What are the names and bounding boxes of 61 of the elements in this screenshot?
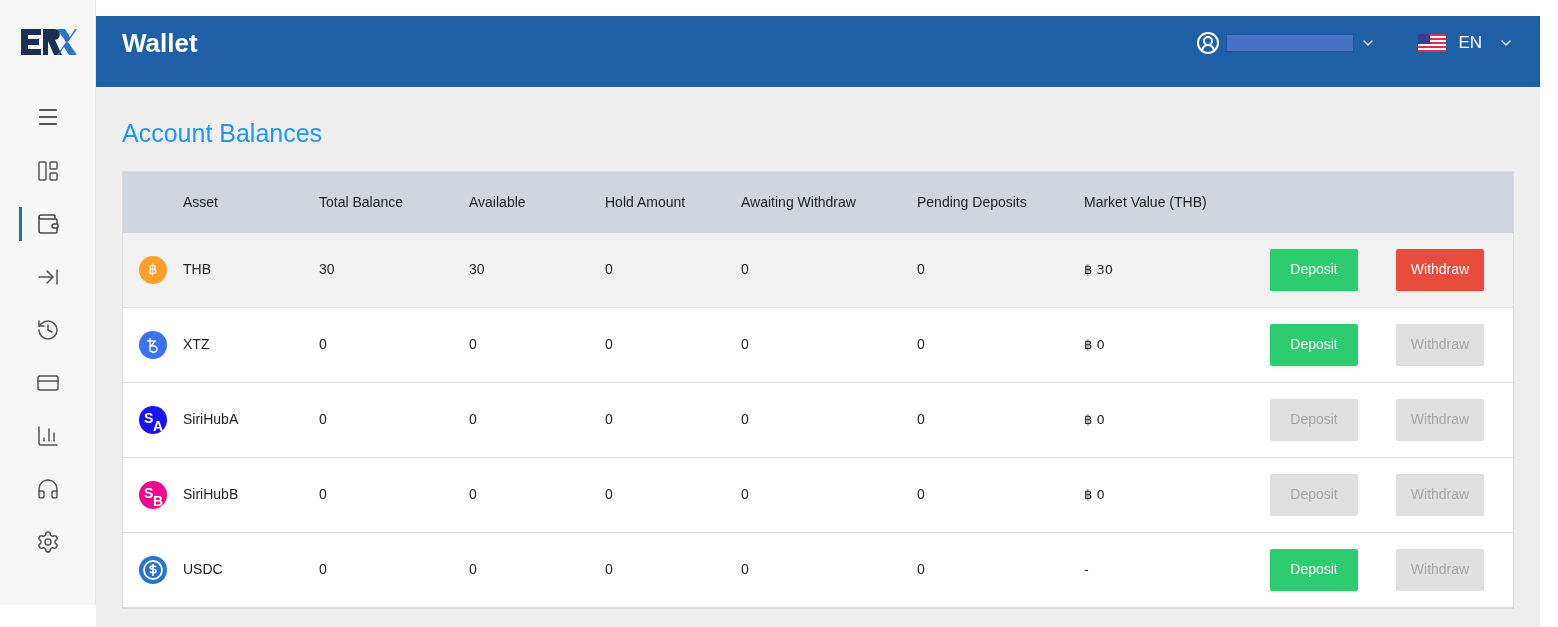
table-cell: 0 (917, 561, 925, 577)
settings-icon[interactable] (35, 530, 60, 554)
table-cell: SiriHubA (183, 411, 239, 427)
column-header: Hold Amount (605, 193, 686, 210)
table-cell: 0 (917, 261, 925, 277)
deposit-button[interactable]: Deposit (1270, 248, 1358, 291)
column-header: Available (469, 193, 526, 210)
table-cell: 30 (469, 261, 485, 277)
table-cell: ฿ 0 (1084, 412, 1105, 427)
user-icon[interactable] (1196, 30, 1221, 55)
table-cell: 0 (605, 486, 613, 502)
table-cell: 0 (319, 336, 327, 352)
language-label[interactable]: EN (1458, 30, 1482, 56)
column-header: Asset (183, 193, 218, 210)
table-cell: 0 (741, 411, 749, 427)
table-cell: 0 (605, 411, 613, 427)
table-cell: - (1084, 562, 1089, 577)
table-cell: XTZ (183, 336, 210, 352)
table-cell: SiriHubB (183, 486, 239, 502)
flag-icon (1418, 33, 1447, 52)
table-cell: 0 (469, 411, 477, 427)
table-cell: 0 (605, 261, 613, 277)
table-cell: 0 (319, 561, 327, 577)
bar-chart-icon[interactable] (35, 424, 60, 448)
deposit-button[interactable]: Deposit (1270, 323, 1358, 366)
table-cell: 0 (319, 486, 327, 502)
table-cell: 0 (605, 561, 613, 577)
layout-icon[interactable] (35, 159, 60, 183)
wallet-icon[interactable] (35, 212, 60, 236)
page-header-title: Wallet (122, 27, 198, 60)
table-cell: 0 (917, 486, 925, 502)
table-cell: 0 (469, 336, 477, 352)
table-cell: 0 (917, 411, 925, 427)
table-cell: 0 (319, 411, 327, 427)
history-icon[interactable] (35, 318, 60, 342)
table-cell: 0 (741, 486, 749, 502)
column-header: Total Balance (319, 193, 404, 210)
column-header: Awaiting Withdraw (741, 193, 856, 210)
column-header: Market Value (THB) (1084, 193, 1207, 210)
table-cell: 0 (741, 561, 749, 577)
headset-icon[interactable] (35, 477, 60, 501)
table-cell: 0 (469, 486, 477, 502)
withdraw-button[interactable]: Withdraw (1396, 248, 1484, 291)
table-cell: 0 (469, 561, 477, 577)
deposit-button[interactable]: Deposit (1270, 548, 1358, 591)
table-cell: 0 (917, 336, 925, 352)
table-cell: 0 (741, 261, 749, 277)
column-header: Pending Deposits (917, 193, 1027, 210)
table-cell: ฿ 0 (1084, 337, 1105, 352)
erx-logo-icon (18, 27, 77, 57)
coin-logo-icon: SA (139, 405, 167, 434)
section-title: Account Balances (122, 118, 324, 149)
table-cell: 0 (741, 336, 749, 352)
table-cell: ฿ 0 (1084, 487, 1105, 502)
table-cell: 30 (319, 261, 335, 277)
coin-logo-icon: SB (139, 480, 167, 509)
table-cell: THB (183, 261, 211, 277)
table-cell: 0 (605, 336, 613, 352)
table-cell: ฿ 30 (1084, 262, 1113, 277)
coin-logo-icon: ฿ (139, 255, 167, 284)
table-cell: USDC (183, 561, 223, 577)
